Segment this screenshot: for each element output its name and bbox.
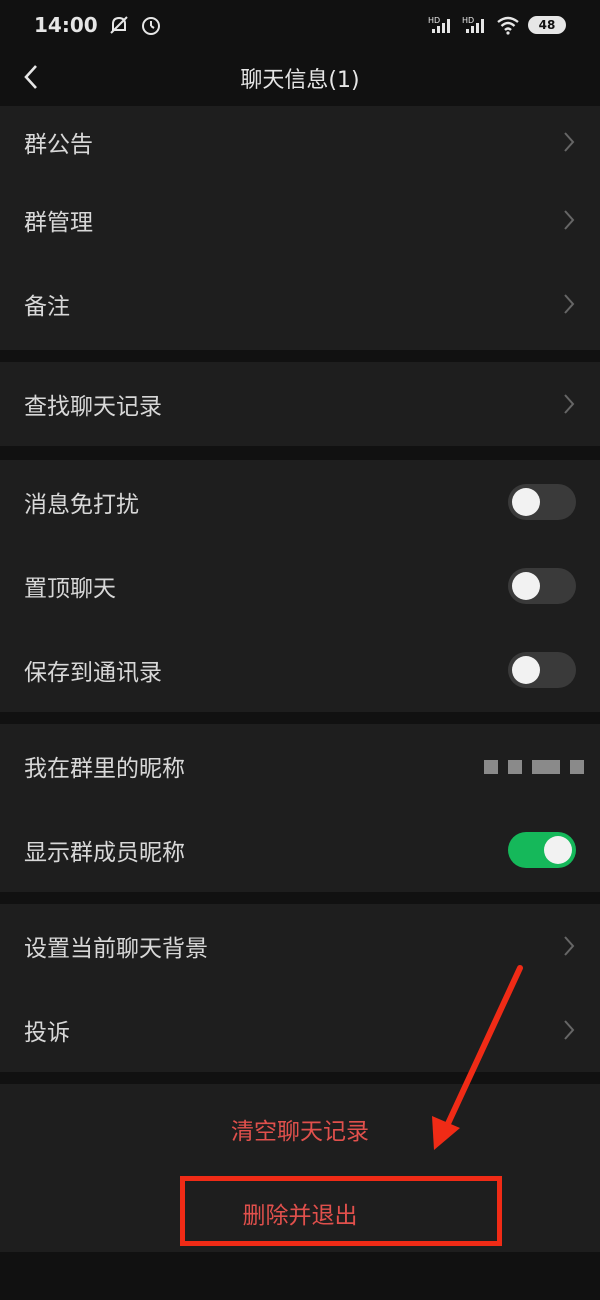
row-label: 群管理: [24, 210, 93, 236]
row-label: 群公告: [24, 132, 93, 158]
row-label: 查找聊天记录: [24, 394, 162, 420]
chevron-right-icon: [564, 210, 575, 230]
group-search: 查找聊天记录: [0, 362, 600, 446]
chevron-right-icon: [564, 936, 575, 956]
row-pin-chat: 置顶聊天: [0, 544, 600, 628]
row-mute-notifications: 消息免打扰: [0, 460, 600, 544]
nickname-value-blurred: [484, 760, 584, 774]
group-nickname: 我在群里的昵称 显示群成员昵称: [0, 724, 600, 892]
row-label: 投诉: [24, 1020, 70, 1046]
group-toggles: 消息免打扰 置顶聊天 保存到通讯录: [0, 460, 600, 712]
show-nickname-toggle[interactable]: [508, 832, 576, 868]
row-label: 显示群成员昵称: [24, 840, 185, 866]
back-arrow-icon[interactable]: [18, 62, 48, 92]
alarm-icon: [141, 17, 160, 35]
chevron-right-icon: [564, 394, 575, 414]
row-save-contacts: 保存到通讯录: [0, 628, 600, 712]
mute-bell-icon: [109, 16, 128, 34]
row-label: 备注: [24, 294, 70, 320]
group-basic: 群公告 群管理 备注: [0, 106, 600, 350]
signal-hd-icon: HD: [428, 16, 450, 33]
chevron-right-icon: [564, 1020, 575, 1040]
row-label: 我在群里的昵称: [24, 756, 185, 782]
chevron-right-icon: [564, 294, 575, 314]
row-my-nickname[interactable]: 我在群里的昵称: [0, 724, 600, 808]
row-label: 保存到通讯录: [24, 660, 162, 686]
clear-history-button[interactable]: 清空聊天记录: [0, 1112, 600, 1146]
status-time: 14:00: [34, 13, 98, 37]
wifi-icon: [497, 16, 519, 35]
svg-text:HD: HD: [462, 16, 474, 25]
chevron-right-icon: [564, 132, 575, 152]
toggle-knob: [512, 488, 540, 516]
toggle-knob: [512, 572, 540, 600]
signal-hd-icon: HD: [462, 16, 484, 33]
group-misc: 设置当前聊天背景 投诉: [0, 904, 600, 1072]
page-title: 聊天信息(1): [240, 68, 360, 93]
pin-toggle[interactable]: [508, 568, 576, 604]
row-complaint[interactable]: 投诉: [0, 988, 600, 1072]
row-label: 设置当前聊天背景: [24, 936, 208, 962]
nav-bar: 聊天信息(1): [0, 50, 600, 106]
row-group-manage[interactable]: 群管理: [0, 178, 600, 262]
toggle-knob: [512, 656, 540, 684]
row-chat-background[interactable]: 设置当前聊天背景: [0, 904, 600, 988]
annotation-highlight-box: [180, 1176, 502, 1246]
svg-text:HD: HD: [428, 16, 440, 25]
status-bar: 14:00 HD HD 48: [0, 0, 600, 50]
row-label: 消息免打扰: [24, 492, 139, 518]
toggle-knob: [544, 836, 572, 864]
row-label: 置顶聊天: [24, 576, 116, 602]
row-search-history[interactable]: 查找聊天记录: [0, 362, 600, 446]
row-group-notice[interactable]: 群公告: [0, 106, 600, 178]
battery-indicator: 48: [528, 16, 566, 34]
mute-toggle[interactable]: [508, 484, 576, 520]
save-contacts-toggle[interactable]: [508, 652, 576, 688]
row-show-member-nickname: 显示群成员昵称: [0, 808, 600, 892]
row-remark[interactable]: 备注: [0, 262, 600, 346]
